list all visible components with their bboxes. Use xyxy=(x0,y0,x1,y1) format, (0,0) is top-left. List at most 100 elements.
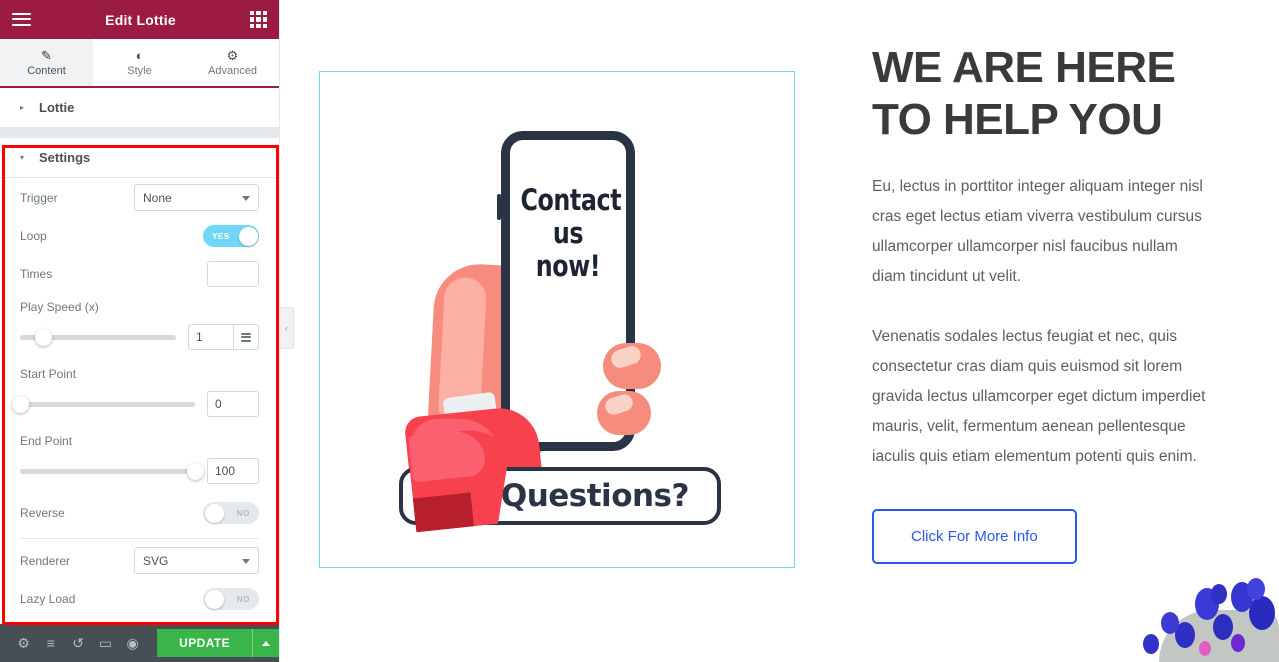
tab-content-label: Content xyxy=(27,64,66,77)
history-revisions-icon[interactable]: ↺ xyxy=(64,624,91,662)
pencil-icon: ✎ xyxy=(41,47,52,63)
hamburger-menu-icon[interactable] xyxy=(12,12,31,27)
tab-advanced[interactable]: ⚙ Advanced xyxy=(186,39,279,86)
chevron-down-icon xyxy=(242,558,250,564)
lottie-widget[interactable]: Contact us now! Questions? xyxy=(319,71,795,568)
control-divider xyxy=(20,538,259,539)
update-options-caret-icon[interactable] xyxy=(252,629,280,657)
trigger-select[interactable]: None xyxy=(134,184,259,211)
phone-text-line2: us xyxy=(552,215,584,250)
end-point-label: End Point xyxy=(20,434,73,448)
headline-line-1: WE ARE HERE xyxy=(872,43,1176,92)
reverse-label: Reverse xyxy=(20,506,65,520)
control-lazy-load: Lazy Load NO xyxy=(20,580,259,618)
start-point-slider-row xyxy=(11,391,259,423)
update-button-group: UPDATE xyxy=(157,629,280,657)
panel-tabs: ✎ Content ◐ Style ⚙ Advanced xyxy=(0,39,279,88)
toggle-knob xyxy=(204,503,224,523)
loop-toggle[interactable]: YES xyxy=(203,225,259,247)
questions-banner-text: Questions? xyxy=(500,477,690,514)
reverse-toggle[interactable]: NO xyxy=(203,502,259,524)
loop-label: Loop xyxy=(20,229,47,243)
phone-screen-text: Contact us now! xyxy=(520,182,622,283)
tab-style-label: Style xyxy=(127,64,152,77)
editor-panel: Edit Lottie ✎ Content ◐ Style ⚙ Advanced xyxy=(0,0,280,662)
panel-body: ▸ Lottie ▾ Settings Trigger None Loop YE… xyxy=(0,88,279,624)
renderer-select[interactable]: SVG xyxy=(134,547,259,574)
navigator-layers-icon[interactable]: ≡ xyxy=(37,624,64,662)
renderer-value: SVG xyxy=(143,553,169,568)
phone-text-line3: now! xyxy=(535,248,601,283)
body-paragraph-2: Venenatis sodales lectus feugiat et nec,… xyxy=(872,328,1206,465)
section-settings-title: Settings xyxy=(39,150,91,165)
renderer-label: Renderer xyxy=(20,553,71,568)
trigger-value: None xyxy=(143,190,172,205)
slider-handle[interactable] xyxy=(186,462,204,480)
page-title: WE ARE HERE TO HELP YOU xyxy=(872,42,1212,146)
play-speed-value-group xyxy=(188,324,259,350)
toggle-knob xyxy=(238,226,258,246)
panel-footer: ⚙ ≡ ↺ ▭ ◉ UPDATE xyxy=(0,624,280,662)
chevron-down-icon: ▾ xyxy=(20,153,25,162)
trigger-label: Trigger xyxy=(20,190,58,205)
start-point-slider[interactable] xyxy=(11,395,195,413)
control-trigger: Trigger None xyxy=(20,178,259,217)
lavender-flowers-decoration xyxy=(1129,570,1279,662)
control-start-point: Start Point xyxy=(11,360,259,427)
play-speed-label: Play Speed (x) xyxy=(20,300,99,314)
responsive-mode-icon[interactable]: ▭ xyxy=(92,624,119,662)
panel-header: Edit Lottie xyxy=(0,0,279,39)
preview-canvas: Contact us now! Questions? WE ARE HERE T… xyxy=(280,0,1279,662)
text-content-column: WE ARE HERE TO HELP YOU Eu, lectus in po… xyxy=(872,42,1212,564)
panel-collapse-handle[interactable]: ‹ xyxy=(280,307,294,349)
control-end-point: End Point xyxy=(20,427,259,494)
finger-icon xyxy=(597,390,651,435)
loop-toggle-state: YES xyxy=(212,231,230,241)
control-times: Times xyxy=(20,255,259,293)
headline-line-2: TO HELP YOU xyxy=(872,95,1163,144)
control-loop: Loop YES xyxy=(20,217,259,255)
tab-content[interactable]: ✎ Content xyxy=(0,39,93,86)
update-button[interactable]: UPDATE xyxy=(157,629,253,657)
phone-text-line1: Contact xyxy=(520,182,622,217)
chevron-right-icon: ▸ xyxy=(20,103,25,112)
end-point-slider[interactable] xyxy=(20,462,204,480)
section-divider xyxy=(0,128,279,138)
times-label: Times xyxy=(20,267,53,281)
start-point-label: Start Point xyxy=(20,367,77,381)
section-settings[interactable]: ▾ Settings xyxy=(0,138,279,178)
toggle-knob xyxy=(204,589,224,609)
panel-title: Edit Lottie xyxy=(105,11,176,28)
body-paragraph-1: Eu, lectus in porttitor integer aliquam … xyxy=(872,178,1203,285)
control-play-speed: Play Speed (x) xyxy=(20,293,259,360)
times-input[interactable] xyxy=(207,261,259,287)
tab-advanced-label: Advanced xyxy=(208,64,257,77)
widgets-grid-icon[interactable] xyxy=(250,11,267,28)
finger-icon xyxy=(603,342,661,389)
units-stack-icon[interactable] xyxy=(233,324,259,350)
control-reverse: Reverse NO xyxy=(20,494,259,532)
start-point-input[interactable] xyxy=(207,391,259,417)
section-lottie-title: Lottie xyxy=(39,100,75,115)
chevron-down-icon xyxy=(242,195,250,201)
end-point-slider-row xyxy=(20,458,259,490)
gear-icon: ⚙ xyxy=(226,47,239,63)
slider-handle[interactable] xyxy=(11,395,29,413)
settings-gear-icon[interactable]: ⚙ xyxy=(10,624,37,662)
preview-eye-icon[interactable]: ◉ xyxy=(119,624,146,662)
play-speed-input[interactable] xyxy=(188,324,233,350)
elementor-editor: Edit Lottie ✎ Content ◐ Style ⚙ Advanced xyxy=(0,0,1279,662)
play-speed-slider[interactable] xyxy=(20,328,176,346)
end-point-input[interactable] xyxy=(207,458,259,484)
lottie-illustration: Contact us now! Questions? xyxy=(357,95,757,545)
reverse-toggle-state: NO xyxy=(236,508,250,518)
tab-style[interactable]: ◐ Style xyxy=(93,39,186,86)
control-renderer: Renderer SVG xyxy=(20,541,259,580)
lazy-load-toggle-state: NO xyxy=(236,594,250,604)
slider-handle[interactable] xyxy=(34,328,52,346)
contrast-icon: ◐ xyxy=(135,47,144,63)
cta-button[interactable]: Click For More Info xyxy=(872,509,1077,564)
lazy-load-toggle[interactable]: NO xyxy=(203,588,259,610)
section-lottie[interactable]: ▸ Lottie xyxy=(0,88,279,128)
lazy-load-label: Lazy Load xyxy=(20,592,76,606)
